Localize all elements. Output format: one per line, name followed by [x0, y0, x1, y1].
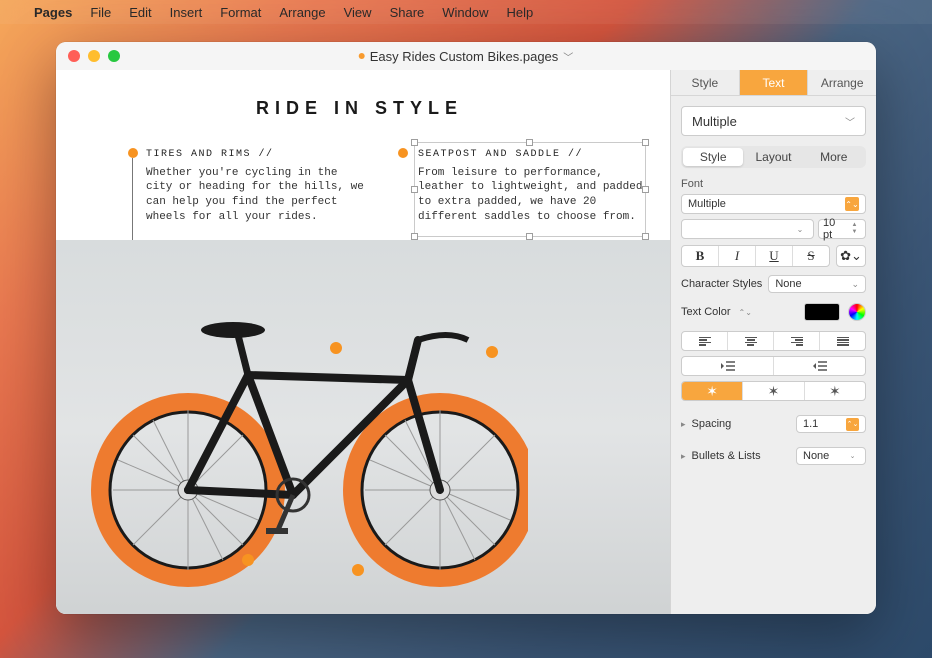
bullets-label: Bullets & Lists — [692, 450, 761, 462]
resize-handle[interactable] — [526, 139, 533, 146]
font-size-input[interactable]: 10 pt ▲▼ — [818, 219, 866, 239]
tab-style[interactable]: Style — [671, 70, 740, 95]
strikethrough-button[interactable]: S — [793, 246, 829, 266]
resize-handle[interactable] — [526, 233, 533, 240]
bullets-select[interactable]: None ⌄ — [796, 447, 866, 465]
chevron-icon: ⌄ — [793, 222, 807, 236]
resize-handle[interactable] — [642, 186, 649, 193]
chevron-down-icon: ﹀ — [845, 114, 855, 129]
menu-file[interactable]: File — [90, 5, 111, 20]
callout-dot — [128, 148, 138, 158]
menubar: Pages File Edit Insert Format Arrange Vi… — [0, 0, 932, 24]
increase-indent-button[interactable] — [774, 357, 865, 375]
subtab-more[interactable]: More — [804, 148, 864, 166]
spacing-select[interactable]: 1.1 ⌃⌄ — [796, 415, 866, 433]
menu-view[interactable]: View — [344, 5, 372, 20]
paragraph-style-value: Multiple — [692, 114, 737, 129]
bullets-row: ▸ Bullets & Lists None ⌄ — [681, 447, 866, 465]
text-block-body: Whether you're cycling in the city or he… — [146, 166, 366, 225]
document-modified-dot — [359, 53, 365, 59]
align-right-button[interactable] — [774, 332, 820, 350]
valign-middle-button[interactable]: ✶ — [743, 382, 804, 400]
color-picker-button[interactable] — [848, 303, 866, 321]
window-title[interactable]: Easy Rides Custom Bikes.pages ﹀ — [359, 49, 574, 64]
document-window: Easy Rides Custom Bikes.pages ﹀ RIDE IN … — [56, 42, 876, 614]
horizontal-alignment — [681, 331, 866, 351]
text-sub-tabs: Style Layout More — [681, 146, 866, 168]
align-center-button[interactable] — [728, 332, 774, 350]
valign-top-button[interactable]: ✶ — [682, 382, 743, 400]
menu-help[interactable]: Help — [507, 5, 534, 20]
indent-controls — [681, 356, 866, 376]
resize-handle[interactable] — [411, 186, 418, 193]
selection-box — [414, 142, 646, 237]
gear-icon: ✿⌄ — [840, 248, 862, 264]
tab-text[interactable]: Text — [740, 70, 809, 95]
chevron-down-icon: ⌄ — [846, 450, 859, 463]
font-label: Font — [681, 178, 866, 190]
text-block-title: TIRES AND RIMS // — [146, 148, 366, 162]
subtab-style[interactable]: Style — [683, 148, 743, 166]
text-color-label: Text Color — [681, 306, 731, 318]
character-styles-select[interactable]: None ⌄ — [768, 275, 866, 293]
vertical-alignment: ✶ ✶ ✶ — [681, 381, 866, 401]
document-title-text: Easy Rides Custom Bikes.pages — [370, 49, 559, 64]
subtab-layout[interactable]: Layout — [743, 148, 803, 166]
character-styles-value: None — [775, 278, 801, 290]
font-style-select[interactable]: ⌄ — [681, 219, 814, 239]
menu-insert[interactable]: Insert — [170, 5, 203, 20]
character-styles-label: Character Styles — [681, 278, 762, 290]
text-color-swatch[interactable] — [804, 303, 840, 321]
title-chevron-icon: ﹀ — [563, 49, 573, 64]
menu-arrange[interactable]: Arrange — [279, 5, 325, 20]
font-size-value: 10 pt — [823, 217, 846, 241]
chevron-icon: ⌃⌄ — [846, 418, 859, 431]
valign-bottom-button[interactable]: ✶ — [805, 382, 865, 400]
inspector-sidebar: Style Text Arrange Multiple ﹀ Style Layo… — [670, 70, 876, 614]
spacing-label: Spacing — [692, 418, 732, 430]
app-menu[interactable]: Pages — [34, 5, 72, 20]
text-style-buttons: B I U S — [681, 245, 830, 267]
align-left-button[interactable] — [682, 332, 728, 350]
text-block-tires[interactable]: TIRES AND RIMS // Whether you're cycling… — [146, 148, 366, 225]
bicycle-image[interactable] — [88, 260, 528, 600]
resize-handle[interactable] — [642, 233, 649, 240]
bullets-value: None — [803, 450, 829, 462]
chevron-icon: ⌃⌄ — [845, 197, 859, 211]
decrease-indent-button[interactable] — [682, 357, 774, 375]
spacing-value: 1.1 — [803, 418, 818, 430]
resize-handle[interactable] — [642, 139, 649, 146]
resize-handle[interactable] — [411, 139, 418, 146]
page-heading[interactable]: RIDE IN STYLE — [256, 98, 463, 119]
underline-button[interactable]: U — [756, 246, 793, 266]
paragraph-style-select[interactable]: Multiple ﹀ — [681, 106, 866, 136]
disclosure-triangle-icon[interactable]: ▸ — [681, 419, 686, 430]
callout-dot — [398, 148, 408, 158]
resize-handle[interactable] — [411, 233, 418, 240]
updown-icon[interactable]: ⌃⌄ — [739, 308, 752, 317]
stepper-icon[interactable]: ▲▼ — [848, 222, 861, 236]
menu-edit[interactable]: Edit — [129, 5, 151, 20]
zoom-button[interactable] — [108, 50, 120, 62]
bold-button[interactable]: B — [682, 246, 719, 266]
titlebar[interactable]: Easy Rides Custom Bikes.pages ﹀ — [56, 42, 876, 70]
spacing-row: ▸ Spacing 1.1 ⌃⌄ — [681, 415, 866, 433]
tab-arrange[interactable]: Arrange — [808, 70, 876, 95]
menu-share[interactable]: Share — [390, 5, 425, 20]
advanced-options-button[interactable]: ✿⌄ — [836, 245, 866, 267]
inspector-tabs: Style Text Arrange — [671, 70, 876, 96]
disclosure-triangle-icon[interactable]: ▸ — [681, 451, 686, 462]
menu-window[interactable]: Window — [442, 5, 488, 20]
chevron-down-icon: ⌄ — [851, 279, 859, 290]
menu-format[interactable]: Format — [220, 5, 261, 20]
close-button[interactable] — [68, 50, 80, 62]
italic-button[interactable]: I — [719, 246, 756, 266]
font-family-select[interactable]: Multiple ⌃⌄ — [681, 194, 866, 214]
document-canvas[interactable]: RIDE IN STYLE TIRES AND RIMS // Whether … — [56, 70, 670, 614]
font-family-value: Multiple — [688, 198, 726, 210]
align-justify-button[interactable] — [820, 332, 865, 350]
traffic-lights — [68, 50, 120, 62]
minimize-button[interactable] — [88, 50, 100, 62]
